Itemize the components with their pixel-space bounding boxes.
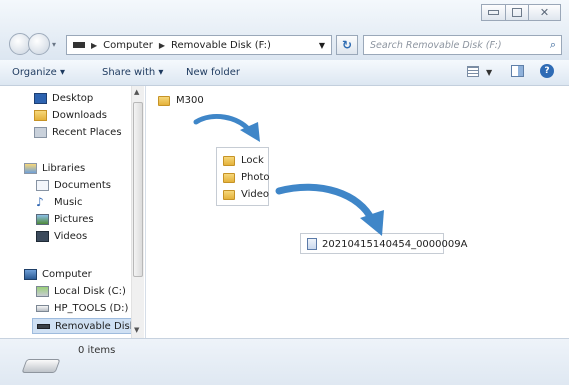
nav-item-label: Recent Places (52, 126, 122, 138)
subfolder-list: Lock Photo Video (216, 147, 270, 206)
close-icon: ✕ (539, 6, 550, 19)
breadcrumb-separator-icon: ▶ (158, 40, 166, 50)
nav-item-downloads[interactable]: Downloads (34, 107, 107, 123)
nav-item-label: Computer (42, 268, 92, 280)
nav-item-label: Music (54, 196, 83, 208)
folder-label: Photo (241, 172, 270, 183)
address-row: ▾ ▶ Computer ▶ Removable Disk (F:) ▼ ↻ S… (0, 28, 569, 60)
scroll-down-icon[interactable]: ▼ (134, 326, 139, 334)
item-count: 0 items (78, 345, 116, 356)
nav-item-label: HP_TOOLS (D:) (54, 302, 129, 314)
view-dropdown-icon[interactable]: ▼ (486, 68, 492, 77)
nav-item-label: Downloads (52, 109, 107, 121)
breadcrumb-computer[interactable]: Computer (103, 40, 153, 51)
nav-item-label: Videos (54, 230, 88, 242)
nav-item-label: Pictures (54, 213, 94, 225)
nav-item-documents[interactable]: Documents (36, 177, 111, 193)
nav-item-hp-tools[interactable]: HP_TOOLS (D:) (36, 300, 128, 316)
title-bar: ✕ (0, 0, 569, 28)
nav-item-computer[interactable]: Computer (24, 266, 92, 282)
local-disk-icon (36, 285, 49, 297)
view-options-icon[interactable] (467, 66, 479, 77)
nav-item-pictures[interactable]: Pictures (36, 211, 94, 227)
scrollbar-thumb[interactable] (133, 102, 143, 277)
preview-pane-icon[interactable] (511, 65, 524, 77)
maximize-button[interactable] (505, 4, 529, 21)
file-list: M300 Lock Photo Video 20210415140454_000… (146, 86, 569, 338)
folder-icon (223, 189, 235, 200)
downloads-icon (34, 109, 47, 121)
libraries-icon (24, 162, 37, 174)
file-item[interactable]: 20210415140454_0000009A (307, 238, 467, 250)
nav-item-recent-places[interactable]: Recent Places (34, 124, 122, 140)
command-bar: Organize ▾ Share with ▾ New folder ▼ ? (0, 60, 569, 86)
breadcrumb-removable-disk[interactable]: Removable Disk (F:) (171, 40, 271, 51)
nav-item-desktop[interactable]: Desktop (34, 90, 93, 106)
status-bar: 0 items (0, 338, 569, 385)
removable-drive-icon (21, 359, 61, 373)
close-button[interactable]: ✕ (528, 4, 561, 21)
folder-label: Lock (241, 155, 264, 166)
new-folder-button[interactable]: New folder (186, 67, 240, 78)
folder-icon (223, 155, 235, 166)
nav-item-removable-disk[interactable]: Removable Disk ( (32, 318, 143, 334)
computer-icon (24, 268, 37, 280)
recent-pages-icon[interactable]: ▾ (52, 40, 56, 49)
drive-icon (36, 304, 49, 312)
music-icon: ♪ (36, 194, 44, 209)
folder-label: M300 (176, 95, 204, 106)
pictures-icon (36, 213, 49, 225)
address-dropdown-icon[interactable]: ▼ (319, 41, 325, 50)
explorer-window: ✕ ▾ ▶ Computer ▶ Removable Disk (F:) ▼ ↻… (0, 0, 569, 385)
refresh-button[interactable]: ↻ (336, 35, 358, 55)
nav-item-label: Libraries (42, 162, 86, 174)
search-input[interactable]: Search Removable Disk (F:) ⌕ (363, 35, 562, 55)
nav-item-libraries[interactable]: Libraries (24, 160, 85, 176)
breadcrumb-separator-icon: ▶ (91, 40, 98, 50)
nav-item-local-disk[interactable]: Local Disk (C:) (36, 283, 126, 299)
nav-item-label: Removable Disk ( (55, 320, 143, 332)
nav-item-label: Local Disk (C:) (54, 285, 126, 297)
forward-button[interactable] (28, 33, 50, 55)
video-file-icon (307, 238, 317, 250)
recent-places-icon (34, 126, 47, 138)
folder-video[interactable]: Video (223, 189, 269, 200)
nav-item-videos[interactable]: Videos (36, 228, 87, 244)
computer-small-icon (73, 42, 85, 48)
minimize-button[interactable] (481, 4, 506, 21)
folder-m300[interactable]: M300 (158, 95, 204, 106)
folder-icon (223, 172, 235, 183)
folder-label: Video (241, 189, 270, 200)
removable-disk-icon (37, 323, 50, 329)
help-icon[interactable]: ? (540, 64, 554, 78)
navigation-pane: Desktop Downloads Recent Places Librarie… (0, 86, 146, 338)
share-with-button[interactable]: Share with ▾ (102, 67, 163, 78)
folder-photo[interactable]: Photo (223, 172, 270, 183)
nav-scrollbar[interactable]: ▲ ▼ (131, 86, 144, 338)
videos-icon (36, 230, 49, 242)
folder-lock[interactable]: Lock (223, 155, 264, 166)
folder-icon (158, 95, 170, 106)
documents-icon (36, 179, 49, 191)
organize-button[interactable]: Organize ▾ (12, 67, 65, 78)
file-label: 20210415140454_0000009A (322, 238, 468, 250)
address-bar[interactable]: ▶ Computer ▶ Removable Disk (F:) ▼ (66, 35, 332, 55)
maximize-icon (512, 8, 522, 17)
refresh-icon: ↻ (341, 38, 353, 52)
file-box: 20210415140454_0000009A (300, 233, 467, 254)
scroll-up-icon[interactable]: ▲ (134, 88, 139, 96)
nav-item-label: Documents (54, 179, 112, 191)
search-placeholder: Search Removable Disk (F:) (370, 39, 502, 51)
minimize-icon (488, 10, 499, 15)
desktop-icon (34, 92, 47, 104)
nav-item-label: Desktop (52, 92, 94, 104)
search-icon: ⌕ (549, 38, 556, 51)
nav-item-music[interactable]: ♪ Music (36, 194, 82, 210)
